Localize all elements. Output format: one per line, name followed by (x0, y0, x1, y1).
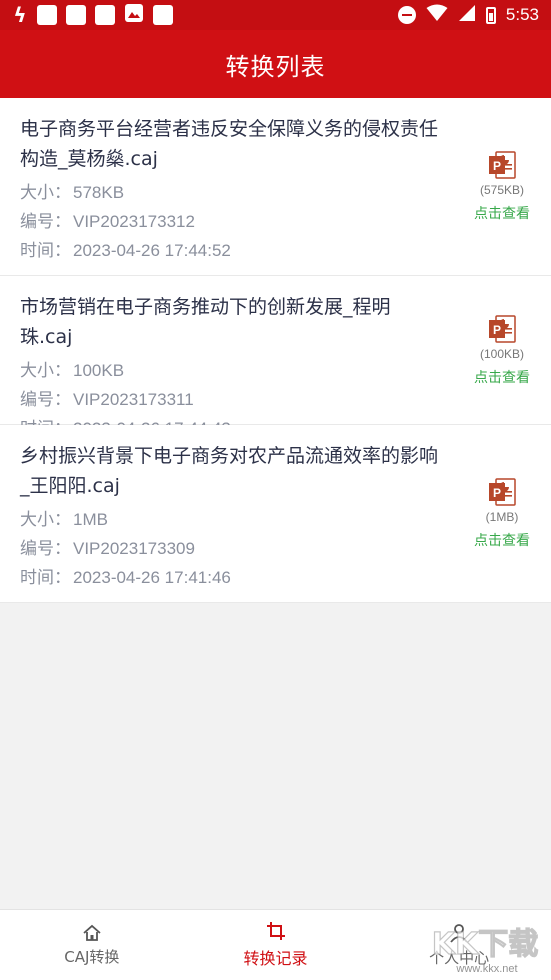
nav-label: CAJ转换 (64, 947, 120, 966)
size-label: 大小： (20, 361, 71, 380)
file-time: 2023-04-26 17:41:46 (73, 568, 231, 587)
svg-text:P: P (493, 159, 501, 173)
id-label: 编号： (20, 539, 71, 558)
notification-square-icon (66, 5, 86, 25)
status-bar-left: ϟ (12, 3, 173, 27)
list-item[interactable]: 乡村振兴背景下电子商务对农产品流通效率的影响_王阳阳.caj 大小： 1MB 编号… (0, 425, 551, 603)
size-label: 大小： (20, 183, 71, 202)
wifi-icon (426, 4, 448, 27)
header: 转换列表 (0, 30, 551, 98)
battery-icon (485, 6, 496, 24)
nav-caj-convert[interactable]: CAJ转换 (0, 910, 184, 980)
notification-square-icon (153, 5, 173, 25)
status-bar: ϟ 5:53 (0, 0, 551, 30)
file-time-row: 时间： 2023-04-26 17:44:52 (20, 236, 441, 265)
list-item[interactable]: 市场营销在电子商务推动下的创新发展_程明珠.caj 大小： 100KB 编号： VI… (0, 276, 551, 438)
file-id: VIP2023173309 (73, 539, 195, 558)
page-title: 转换列表 (225, 52, 326, 81)
file-size-row: 大小： 1MB (20, 505, 441, 534)
file-id: VIP2023173311 (73, 390, 194, 409)
list-item[interactable]: 电子商务平台经营者违反安全保障义务的侵权责任构造_莫杨燊.caj 大小： 578K… (0, 98, 551, 276)
notification-square-icon (95, 5, 115, 25)
file-size: 1MB (73, 510, 108, 529)
file-id-row: 编号： VIP2023173309 (20, 534, 441, 563)
file-id-row: 编号： VIP2023173311 (20, 385, 441, 414)
file-time: 2023-04-26 17:44:52 (73, 241, 231, 260)
size-label: 大小： (20, 510, 71, 529)
nav-conversion-records[interactable]: 转换记录 (184, 910, 368, 980)
file-action[interactable]: P (100KB) 点击查看 (471, 314, 533, 387)
image-icon (124, 3, 144, 27)
side-file-size: (100KB) (479, 347, 525, 361)
file-size: 578KB (73, 183, 125, 202)
signal-icon (458, 4, 476, 27)
ppt-file-icon: P (489, 151, 516, 179)
conversion-list: 电子商务平台经营者违反安全保障义务的侵权责任构造_莫杨燊.caj 大小： 578K… (0, 98, 551, 603)
file-action[interactable]: P (1MB) 点击查看 (471, 477, 533, 550)
time-label: 时间： (20, 241, 71, 260)
side-file-size: (575KB) (479, 183, 525, 197)
file-title: 市场营销在电子商务推动下的创新发展_程明珠.caj (20, 296, 391, 348)
svg-text:P: P (493, 323, 501, 337)
nav-label: 转换记录 (243, 949, 308, 968)
file-action[interactable]: P (575KB) 点击查看 (471, 150, 533, 223)
view-button[interactable]: 点击查看 (474, 203, 530, 223)
status-bar-right: 5:53 (397, 4, 539, 27)
bolt-icon: ϟ (13, 3, 27, 27)
file-title: 乡村振兴背景下电子商务对农产品流通效率的影响_王阳阳.caj (20, 445, 439, 497)
ppt-file-icon: P (489, 478, 516, 506)
file-size-row: 大小： 578KB (20, 178, 441, 207)
nav-label: 个人中心 (429, 948, 490, 967)
file-title: 电子商务平台经营者违反安全保障义务的侵权责任构造_莫杨燊.caj (20, 118, 439, 170)
file-size-row: 大小： 100KB (20, 356, 441, 385)
file-id-row: 编号： VIP2023173312 (20, 207, 441, 236)
file-size: 100KB (73, 361, 125, 380)
view-button[interactable]: 点击查看 (474, 530, 530, 550)
ppt-file-icon: P (489, 315, 516, 343)
time-label: 时间： (20, 568, 71, 587)
side-file-size: (1MB) (485, 510, 519, 524)
do-not-disturb-icon (397, 6, 416, 24)
notification-square-icon (37, 5, 57, 25)
person-icon (450, 923, 468, 943)
file-id: VIP2023173312 (73, 212, 195, 231)
file-time-row: 时间： 2023-04-26 17:41:46 (20, 563, 441, 592)
id-label: 编号： (20, 212, 71, 231)
crop-icon (266, 922, 285, 940)
home-icon (83, 924, 101, 941)
nav-personal-center[interactable]: 个人中心 (367, 910, 551, 980)
id-label: 编号： (20, 390, 71, 409)
view-button[interactable]: 点击查看 (474, 367, 530, 387)
status-time: 5:53 (505, 5, 539, 24)
svg-text:P: P (493, 486, 501, 500)
bottom-nav: CAJ转换 转换记录 个人中心 (0, 909, 551, 980)
